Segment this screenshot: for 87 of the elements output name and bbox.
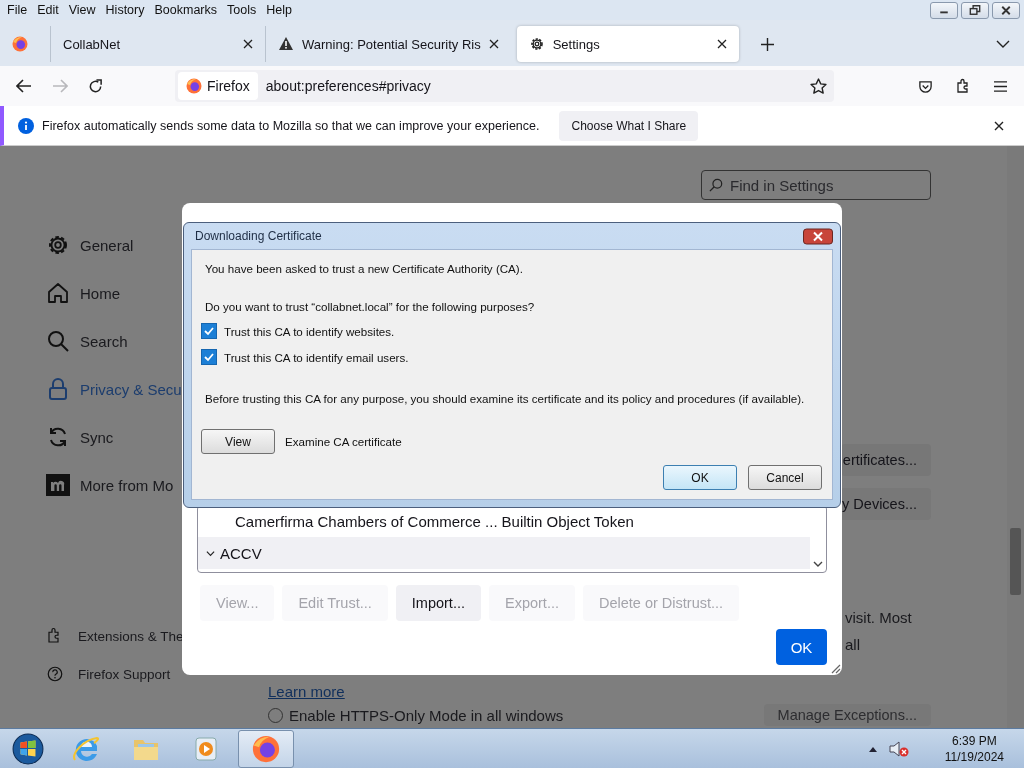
close-icon[interactable] (716, 39, 727, 49)
checkbox[interactable] (201, 349, 217, 365)
menu-item[interactable]: Help (261, 3, 297, 17)
restore-button[interactable] (961, 1, 989, 19)
reload-icon[interactable] (88, 78, 103, 94)
menu-item[interactable]: Bookmarks (149, 3, 222, 17)
browser-logo-icon (251, 733, 281, 764)
sidebar-item[interactable]: General (46, 229, 134, 261)
checkbox[interactable] (201, 323, 217, 339)
identity-button[interactable]: Firefox (178, 72, 258, 100)
scrollbar[interactable] (1007, 146, 1024, 728)
browser-logo-icon[interactable] (12, 36, 28, 52)
minimize-button[interactable] (930, 1, 958, 19)
show-hidden-icons-icon[interactable] (868, 745, 877, 752)
help-icon (46, 665, 64, 683)
search-icon (46, 329, 70, 353)
clock-date: 11/19/2024 (944, 748, 1004, 765)
menu-item[interactable]: File (2, 3, 33, 17)
chevron-down-icon[interactable] (996, 40, 1010, 48)
close-icon[interactable] (488, 39, 499, 49)
start-button[interactable] (12, 732, 44, 765)
menu-item[interactable]: Tools (222, 3, 262, 17)
search-field[interactable]: Find in Settings (701, 170, 931, 200)
settings-button[interactable]: ertificates... (840, 444, 931, 476)
close-icon[interactable] (994, 120, 1004, 131)
close-button[interactable] (992, 1, 1020, 19)
address-bar[interactable]: Firefox about:preferences#privacy (175, 70, 834, 102)
list-group-row[interactable]: ACCV (198, 537, 810, 569)
scroll-down-icon[interactable] (813, 561, 823, 569)
menu-item[interactable]: History (100, 3, 150, 17)
dialog-button[interactable]: Import... (395, 585, 481, 621)
dialog-title: Downloading Certificate (195, 229, 322, 243)
search-icon (709, 178, 723, 192)
pocket-icon[interactable] (918, 78, 933, 94)
close-button[interactable] (803, 227, 833, 245)
gear-icon (46, 233, 70, 257)
star-icon[interactable] (810, 77, 827, 95)
checkbox-option[interactable]: Trust this CA to identify email users. (201, 347, 822, 367)
notification-message: Firefox automatically sends some data to Mozilla so that we can improve your experience. (42, 118, 540, 133)
sidebar-item[interactable]: Sync (46, 421, 114, 453)
browser-tab[interactable]: Settings (516, 26, 739, 62)
cancel-button[interactable]: Cancel (748, 465, 822, 490)
warning-icon (278, 36, 294, 52)
tab-title: CollabNet (63, 36, 122, 52)
sidebar-link[interactable]: Firefox Support (46, 661, 171, 687)
back-icon[interactable] (16, 79, 32, 93)
sidebar-item[interactable]: Home (46, 277, 120, 309)
menu-item[interactable]: View (63, 3, 101, 17)
share-button[interactable]: Choose What I Share (559, 110, 699, 141)
checkbox-option[interactable]: Trust this CA to identify websites. (201, 321, 822, 341)
list-row[interactable]: Camerfirma Chambers of Commerce ... Builtin Object Token (198, 506, 810, 537)
browser-logo-icon (186, 78, 202, 94)
settings-button[interactable]: y Devices... (840, 488, 931, 520)
browser-tab[interactable]: CollabNet (50, 26, 265, 62)
sidebar-link[interactable]: Extensions & The (46, 623, 184, 649)
scrollbar-thumb[interactable] (1010, 528, 1021, 595)
letter-m-logo-icon (46, 473, 70, 497)
taskbar-button[interactable] (238, 729, 294, 768)
view-button[interactable]: View (201, 429, 275, 454)
browser-tab[interactable]: Warning: Potential Security Ris (265, 26, 511, 62)
sidebar-item[interactable]: Search (46, 325, 128, 357)
ok-button[interactable]: OK (663, 465, 737, 490)
lock-icon (46, 377, 70, 401)
speaker-muted-icon[interactable] (888, 739, 909, 758)
url-text: about:preferences#privacy (265, 78, 431, 94)
new-tab-icon[interactable] (760, 37, 774, 51)
tab-title: Settings (552, 36, 601, 52)
description-text: all (845, 635, 861, 655)
extensions-icon[interactable] (955, 78, 971, 94)
dialog-text: Do you want to trust “collabnet.local” for the following purposes? (205, 299, 536, 315)
tab-title: Warning: Potential Security Ris (302, 36, 481, 52)
settings-icon (528, 36, 545, 52)
info-icon (18, 117, 34, 134)
dialog-text: You have been asked to trust a new Certificate Authority (CA). (205, 261, 524, 277)
description-text: visit. Most (845, 608, 913, 628)
dialog-text: Before trusting this CA for any purpose, you should examine its certificate and its policy and procedures (if available). (205, 391, 806, 407)
resize-grip-icon[interactable] (829, 662, 841, 674)
button-caption: Examine CA certificate (285, 435, 402, 448)
radio-option[interactable]: Enable HTTPS-Only Mode in all windows (268, 706, 564, 724)
clock-time: 6:39 PM (951, 732, 998, 749)
clock[interactable]: 6:39 PM 11/19/2024 (944, 732, 1004, 765)
menu-item[interactable]: Edit (32, 3, 64, 17)
ok-button[interactable]: OK (776, 629, 827, 665)
sidebar-item[interactable]: More from Mo (46, 469, 174, 501)
house-icon (46, 281, 70, 305)
menu-icon[interactable] (993, 79, 1008, 93)
close-icon[interactable] (243, 39, 253, 49)
